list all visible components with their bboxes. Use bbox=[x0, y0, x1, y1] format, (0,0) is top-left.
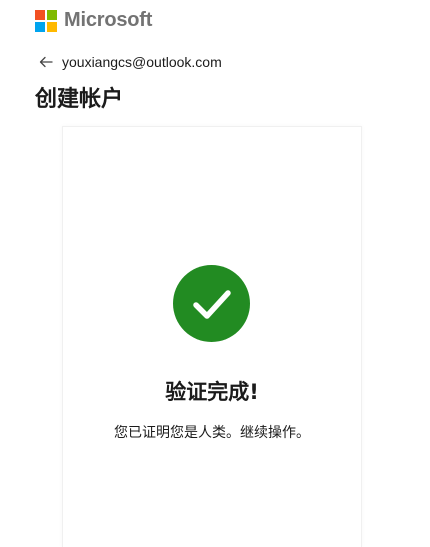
verification-card: 验证完成! 您已证明您是人类。继续操作。 bbox=[62, 126, 362, 547]
arrow-left-icon[interactable] bbox=[38, 54, 54, 70]
logo-square-blue bbox=[35, 21, 45, 32]
logo-square-green bbox=[47, 9, 57, 20]
logo-square-red bbox=[35, 9, 45, 20]
checkmark-icon bbox=[192, 289, 231, 319]
page-title: 创建帐户 bbox=[35, 87, 124, 112]
microsoft-logo-icon bbox=[35, 9, 57, 32]
success-title: 验证完成! bbox=[165, 380, 259, 404]
microsoft-logo: Microsoft bbox=[35, 9, 152, 32]
success-badge bbox=[173, 265, 250, 342]
logo-square-yellow bbox=[47, 21, 57, 32]
identity-banner: youxiangcs@outlook.com bbox=[38, 52, 222, 72]
success-message: 您已证明您是人类。继续操作。 bbox=[114, 425, 310, 441]
identity-email: youxiangcs@outlook.com bbox=[62, 54, 222, 70]
logo-text: Microsoft bbox=[64, 9, 153, 31]
